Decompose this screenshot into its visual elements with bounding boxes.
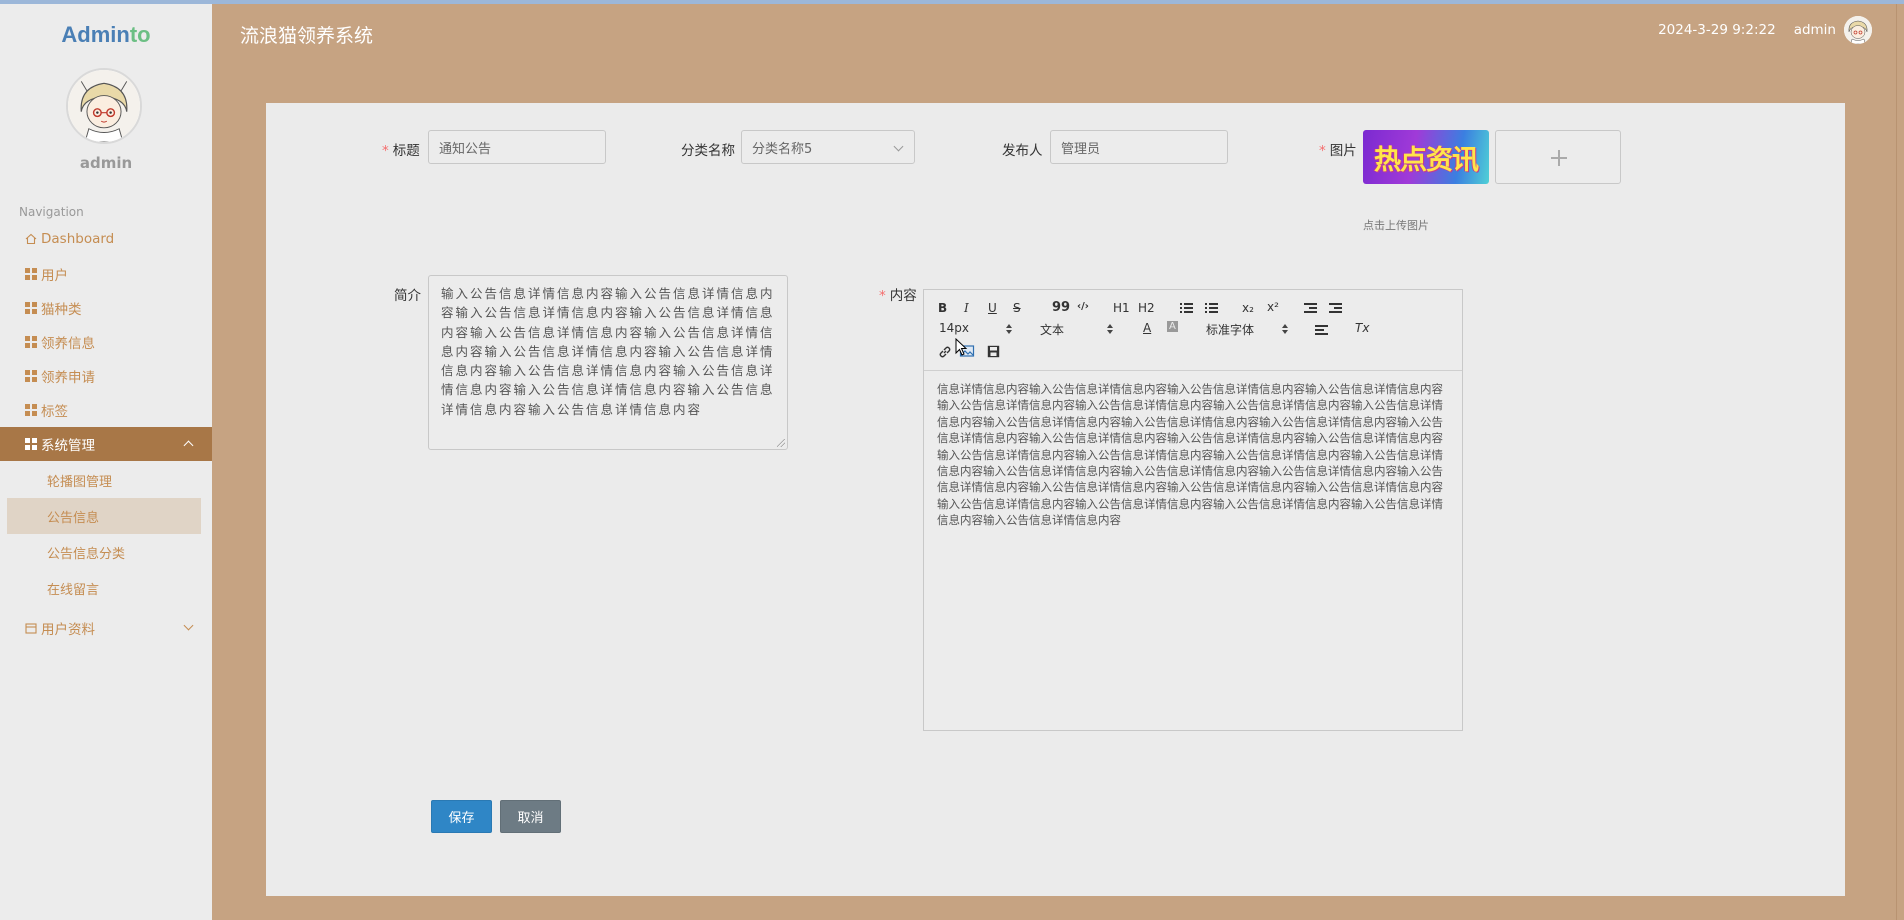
sidebar-item-label: 领养申请 <box>41 370 95 386</box>
calendar-icon <box>25 623 37 634</box>
italic-button[interactable]: I <box>964 301 969 315</box>
header-username[interactable]: admin <box>1794 22 1836 38</box>
sidebar-subitem-messages[interactable]: 在线留言 <box>7 570 201 606</box>
home-icon <box>25 233 37 245</box>
sidebar-item-tags[interactable]: 标签 <box>0 393 212 427</box>
intro-textarea[interactable]: 输入公告信息详情信息内容输入公告信息详情信息内容输入公告信息详情信息内容输入公告… <box>428 275 788 450</box>
ordered-list-icon[interactable] <box>1180 303 1193 313</box>
quote-button[interactable]: 99 <box>1052 300 1070 315</box>
header-user-area: 2024-3-29 9:2:22 admin <box>1658 16 1872 44</box>
image-upload-button[interactable] <box>1495 130 1621 184</box>
nav-title: Navigation <box>19 205 84 219</box>
sidebar-item-label: 标签 <box>41 404 68 420</box>
h2-button[interactable]: H2 <box>1138 301 1155 315</box>
editor-content[interactable]: 信息详情信息内容输入公告信息详情信息内容输入公告信息详情信息内容输入公告信息详情… <box>937 381 1448 529</box>
select-arrows-icon <box>1107 324 1113 334</box>
sidebar-item-label: 用户资料 <box>41 622 95 638</box>
sidebar-item-adoption-info[interactable]: 领养信息 <box>0 325 212 359</box>
rich-text-editor: B I U S 99 ‹/› H1 H2 x₂ x² 14px 文本 A A 标… <box>923 289 1463 731</box>
grid-icon <box>25 268 37 280</box>
sidebar-item-cat-types[interactable]: 猫种类 <box>0 291 212 325</box>
grid-icon <box>25 336 37 348</box>
sidebar-item-dashboard[interactable]: Dashboard <box>0 222 212 256</box>
editor-toolbar: B I U S 99 ‹/› H1 H2 x₂ x² 14px 文本 A A 标… <box>924 290 1462 371</box>
font-color-button[interactable]: A <box>1143 321 1151 335</box>
sidebar-subitem-carousel[interactable]: 轮播图管理 <box>7 462 201 498</box>
code-block-button[interactable]: ‹/› <box>1077 301 1089 312</box>
publisher-input[interactable]: 管理员 <box>1050 130 1228 164</box>
cancel-button[interactable]: 取消 <box>500 800 561 833</box>
sidebar-avatar[interactable] <box>66 68 142 144</box>
intro-label: 简介 <box>394 288 421 304</box>
app-logo[interactable]: Adminto <box>0 22 212 48</box>
title-input[interactable]: 通知公告 <box>428 130 606 164</box>
title-label: * 标题 <box>382 143 420 159</box>
outdent-icon[interactable] <box>1304 303 1317 313</box>
h1-button[interactable]: H1 <box>1113 301 1130 315</box>
chevron-down-icon <box>893 141 904 152</box>
uploaded-image-thumbnail[interactable]: 热点资讯 <box>1363 130 1489 184</box>
indent-icon[interactable] <box>1329 303 1342 313</box>
bold-button[interactable]: B <box>938 301 947 315</box>
image-label: * 图片 <box>1319 143 1357 159</box>
category-label: 分类名称 <box>681 143 735 159</box>
sidebar-item-label: 猫种类 <box>41 302 82 318</box>
sidebar-item-label: 系统管理 <box>41 438 95 454</box>
sidebar-item-users[interactable]: 用户 <box>0 257 212 291</box>
background-color-button[interactable]: A <box>1167 321 1178 332</box>
grid-icon <box>25 438 37 450</box>
sidebar-item-label: 领养信息 <box>41 336 95 352</box>
video-icon[interactable] <box>987 345 1000 358</box>
content-label: * 内容 <box>879 288 917 304</box>
underline-button[interactable]: U <box>988 301 997 315</box>
save-button[interactable]: 保存 <box>431 800 492 833</box>
clean-format-button[interactable]: Tx <box>1355 321 1369 335</box>
font-family-select[interactable]: 标准字体 <box>1206 321 1254 338</box>
font-size-select[interactable]: 14px <box>939 321 969 335</box>
mouse-pointer-icon <box>955 338 968 356</box>
chevron-up-icon <box>183 440 194 451</box>
select-arrows-icon <box>1282 324 1288 334</box>
sidebar-username: admin <box>79 154 133 172</box>
page-scrollbar[interactable] <box>1896 4 1904 920</box>
sidebar-subitem-announcement-categories[interactable]: 公告信息分类 <box>7 534 201 570</box>
chevron-down-icon <box>183 620 194 631</box>
bullet-list-icon[interactable] <box>1205 303 1218 313</box>
paragraph-select[interactable]: 文本 <box>1040 321 1064 338</box>
align-left-icon[interactable] <box>1315 325 1328 335</box>
publisher-label: 发布人 <box>1002 143 1043 159</box>
select-arrows-icon <box>1006 324 1012 334</box>
form-card: * 标题 通知公告 分类名称 分类名称5 发布人 管理员 * 图片 热点资讯 点击上… <box>266 103 1845 896</box>
upload-hint: 点击上传图片 <box>1363 219 1429 232</box>
sidebar-item-adoption-requests[interactable]: 领养申请 <box>0 359 212 393</box>
link-icon[interactable] <box>938 345 952 359</box>
grid-icon <box>25 302 37 314</box>
sidebar-item-user-profile[interactable]: 用户资料 <box>0 611 212 645</box>
resize-handle[interactable] <box>777 439 785 447</box>
header-datetime: 2024-3-29 9:2:22 <box>1658 22 1776 38</box>
sidebar: Adminto admin Navigation Dashboard 用户 猫种… <box>0 4 212 920</box>
superscript-button[interactable]: x² <box>1267 300 1279 314</box>
page-title: 流浪猫领养系统 <box>240 25 374 47</box>
sidebar-item-label: 用户 <box>41 268 68 284</box>
grid-icon <box>25 370 37 382</box>
sidebar-subitem-announcements[interactable]: 公告信息 <box>7 498 201 534</box>
subscript-button[interactable]: x₂ <box>1242 301 1254 315</box>
sidebar-item-label: Dashboard <box>41 231 115 247</box>
strike-button[interactable]: S <box>1013 301 1021 315</box>
top-accent-line <box>0 0 1904 4</box>
grid-icon <box>25 404 37 416</box>
category-select[interactable]: 分类名称5 <box>741 130 915 164</box>
header-avatar[interactable] <box>1844 16 1872 44</box>
sidebar-item-system-management[interactable]: 系统管理 <box>0 427 212 461</box>
